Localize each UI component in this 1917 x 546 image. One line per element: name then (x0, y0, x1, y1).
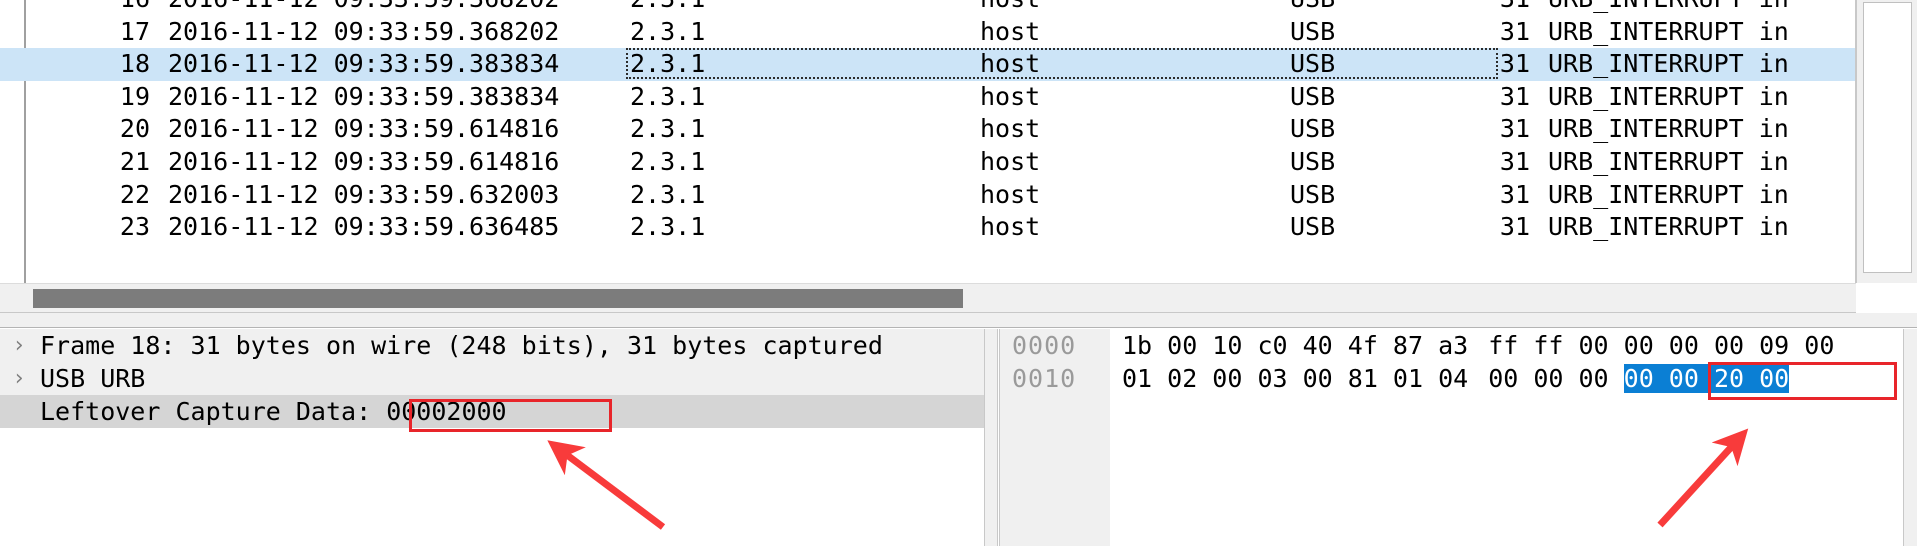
packet-length: 31 (1499, 146, 1530, 176)
packet-list-horizontal-scrollbar[interactable] (0, 283, 1856, 313)
hex-group-right: ff ff 00 00 00 00 09 00 (1488, 331, 1835, 360)
packet-protocol: USB (1290, 0, 1440, 16)
packet-info: URB_INTERRUPT in (1548, 49, 1789, 79)
packet-destination: host (980, 146, 1041, 176)
packet-time: 2016-11-12 09:33:59.383834 (168, 49, 560, 79)
packet-source: 2.3.1 (630, 49, 706, 79)
packet-length: 31 (1499, 179, 1530, 209)
packet-time: 2016-11-12 09:33:59.614816 (168, 146, 560, 176)
table-row[interactable]: 17 2016-11-12 09:33:59.368202 2.3.1 host… (0, 16, 1855, 49)
packet-time: 2016-11-12 09:33:59.368202 (168, 0, 598, 16)
packet-destination: host (980, 179, 1041, 209)
packet-no: 18 (119, 49, 150, 79)
packet-protocol: USB (1290, 146, 1336, 176)
packet-time: 2016-11-12 09:33:59.383834 (168, 81, 560, 111)
leftover-value: 00002000 (386, 397, 507, 426)
hex-offset: 0010 (1012, 364, 1077, 393)
table-row[interactable]: 21 2016-11-12 09:33:59.614816 2.3.1 host… (0, 146, 1855, 179)
packet-destination: host (980, 0, 1180, 16)
packet-destination: host (980, 49, 1041, 79)
packet-destination: host (980, 16, 1041, 46)
table-row[interactable]: 16 2016-11-12 09:33:59.368202 2.3.1 host… (0, 0, 1855, 16)
packet-no: 22 (119, 179, 150, 209)
table-row[interactable]: 20 2016-11-12 09:33:59.614816 2.3.1 host… (0, 113, 1855, 146)
bottom-panes: › Frame 18: 31 bytes on wire (248 bits),… (0, 329, 1917, 546)
packet-source: 2.3.1 (630, 81, 706, 111)
packet-protocol: USB (1290, 212, 1336, 242)
packet-time: 2016-11-12 09:33:59.632003 (168, 179, 560, 209)
detail-row-frame[interactable]: › Frame 18: 31 bytes on wire (248 bits),… (0, 329, 984, 362)
packet-info: URB_INTERRUPT in (1548, 114, 1789, 144)
packet-info: URB_INTERRUPT in (1548, 0, 1855, 16)
hex-offset: 0000 (1012, 331, 1077, 360)
packet-list-viewport[interactable]: 16 2016-11-12 09:33:59.368202 2.3.1 host… (0, 0, 1856, 283)
packet-length: 31 (1499, 49, 1530, 79)
packet-list-vertical-scrollbar[interactable] (1856, 0, 1917, 283)
detail-row-usb-urb[interactable]: › USB URB (0, 362, 984, 395)
hex-group-left: 1b 00 10 c0 40 4f 87 a3 (1122, 331, 1469, 360)
table-row-selected[interactable]: 18 2016-11-12 09:33:59.383834 2.3.1 host… (0, 48, 1855, 81)
packet-length: 31 (1499, 81, 1530, 111)
packet-source: 2.3.1 (630, 146, 706, 176)
detail-pane-empty-area (0, 428, 984, 546)
packet-protocol: USB (1290, 114, 1336, 144)
hex-bytes-selected[interactable]: 00 00 20 00 (1623, 364, 1790, 393)
detail-row-label: Leftover Capture Data: 00002000 (40, 395, 507, 428)
packet-destination: host (980, 114, 1041, 144)
packet-no: 17 (119, 16, 150, 46)
packet-source: 2.3.1 (630, 212, 706, 242)
packet-time: 2016-11-12 09:33:59.368202 (168, 16, 560, 46)
chevron-right-icon[interactable]: › (6, 362, 32, 395)
hex-pane-scrollbar-gutter[interactable] (1903, 329, 1917, 546)
packet-list-pane[interactable]: 16 2016-11-12 09:33:59.368202 2.3.1 host… (0, 0, 1917, 283)
packet-info: URB_INTERRUPT in (1548, 146, 1789, 176)
table-row[interactable]: 23 2016-11-12 09:33:59.636485 2.3.1 host… (0, 211, 1855, 244)
packet-length: 31 (1499, 16, 1530, 46)
hex-group-right-prefix: 00 00 00 (1488, 364, 1624, 393)
packet-protocol: USB (1290, 179, 1336, 209)
hex-row[interactable]: 0000 1b 00 10 c0 40 4f 87 a3 ff ff 00 00 … (1000, 329, 1903, 362)
packet-time: 2016-11-12 09:33:59.614816 (168, 114, 560, 144)
packet-protocol: USB (1290, 81, 1336, 111)
packet-source: 2.3.1 (630, 0, 860, 16)
scrollbar-thumb[interactable] (33, 289, 963, 308)
leftover-label: Leftover Capture Data: (40, 397, 372, 426)
packet-info: URB_INTERRUPT in (1548, 212, 1789, 242)
packet-detail-pane[interactable]: › Frame 18: 31 bytes on wire (248 bits),… (0, 329, 984, 546)
pane-divider[interactable] (984, 329, 998, 546)
packet-info: URB_INTERRUPT in (1548, 81, 1789, 111)
table-row[interactable]: 22 2016-11-12 09:33:59.632003 2.3.1 host… (0, 179, 1855, 212)
packet-source: 2.3.1 (630, 179, 706, 209)
detail-row-leftover-capture-data[interactable]: Leftover Capture Data: 00002000 (0, 395, 984, 428)
packet-no: 19 (119, 81, 150, 111)
packet-bytes-pane[interactable]: 0000 1b 00 10 c0 40 4f 87 a3 ff ff 00 00 … (999, 329, 1903, 546)
packet-time: 2016-11-12 09:33:59.636485 (168, 212, 560, 242)
detail-row-label: USB URB (40, 364, 146, 393)
hex-bytes[interactable]: 01 02 00 03 00 81 01 04 00 00 00 00 00 20… (1122, 362, 1790, 395)
hex-row[interactable]: 0010 01 02 00 03 00 81 01 04 00 00 00 00 … (1000, 362, 1903, 395)
packet-no: 16 (0, 0, 150, 16)
scrollbar-thumb[interactable] (1863, 2, 1912, 273)
wireshark-window: 16 2016-11-12 09:33:59.368202 2.3.1 host… (0, 0, 1917, 546)
hex-bytes[interactable]: 1b 00 10 c0 40 4f 87 a3 ff ff 00 00 00 00… (1122, 329, 1834, 362)
packet-source: 2.3.1 (630, 16, 706, 46)
packet-no: 23 (119, 212, 150, 242)
packet-protocol: USB (1290, 16, 1336, 46)
packet-info: URB_INTERRUPT in (1548, 16, 1789, 46)
packet-length: 31 (1499, 212, 1530, 242)
chevron-right-icon[interactable]: › (6, 329, 32, 362)
table-row[interactable]: 19 2016-11-12 09:33:59.383834 2.3.1 host… (0, 81, 1855, 114)
packet-destination: host (980, 81, 1041, 111)
detail-row-label: Frame 18: 31 bytes on wire (248 bits), 3… (40, 331, 883, 360)
packet-no: 21 (119, 146, 150, 176)
packet-length: 31 (1460, 0, 1530, 16)
packet-protocol: USB (1290, 49, 1336, 79)
packet-info: URB_INTERRUPT in (1548, 179, 1789, 209)
packet-length: 31 (1499, 114, 1530, 144)
pane-separator (0, 313, 1917, 328)
packet-source: 2.3.1 (630, 114, 706, 144)
packet-destination: host (980, 212, 1041, 242)
packet-no: 20 (119, 114, 150, 144)
hex-group-left: 01 02 00 03 00 81 01 04 (1122, 364, 1469, 393)
